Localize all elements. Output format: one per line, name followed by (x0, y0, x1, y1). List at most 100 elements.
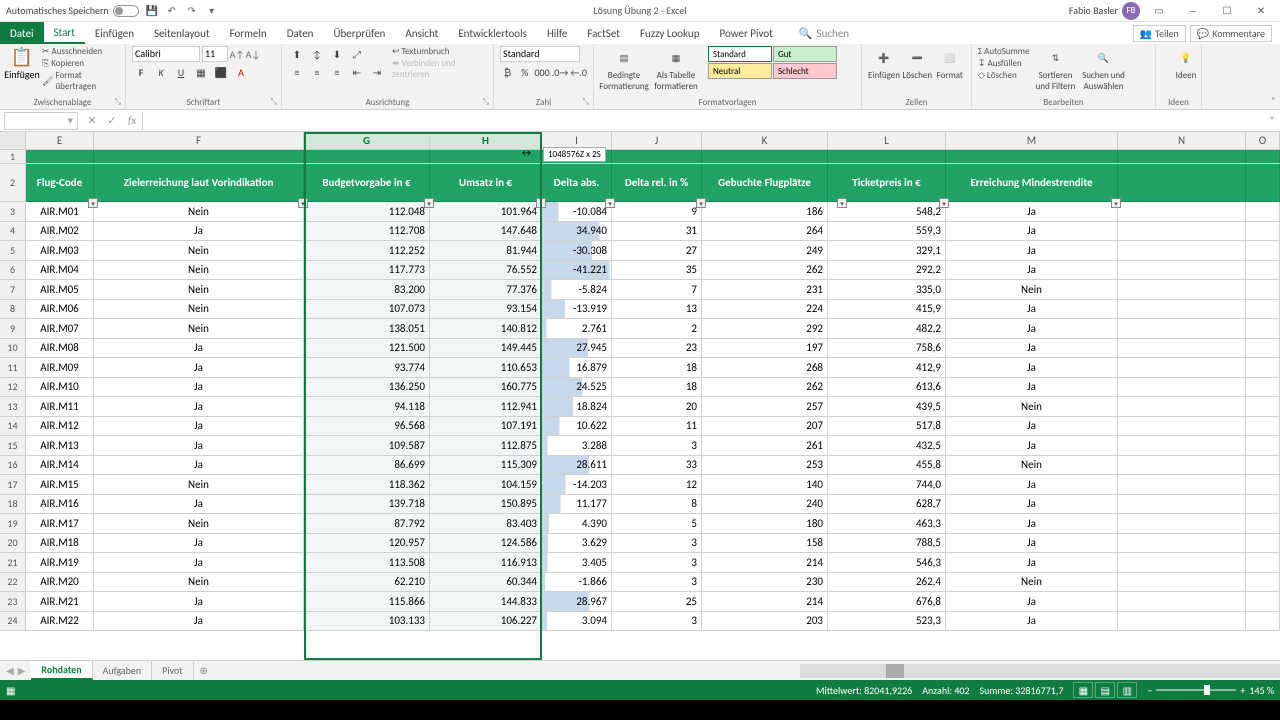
table-cell[interactable]: 121.500 (304, 339, 430, 358)
table-cell[interactable]: Ja (946, 612, 1118, 631)
table-cell[interactable]: AIR.M15 (26, 475, 94, 494)
table-cell[interactable]: 3 (612, 573, 702, 592)
row-header[interactable]: 8 (0, 300, 26, 319)
table-cell[interactable]: Ja (946, 553, 1118, 572)
comma-icon[interactable]: 000 (534, 64, 549, 80)
empty-cell[interactable] (1118, 592, 1246, 611)
table-cell[interactable]: 149.445 (430, 339, 542, 358)
ribbon-options-icon[interactable]: ▭ (1144, 1, 1174, 21)
empty-cell[interactable] (1246, 573, 1280, 592)
align-top-icon[interactable]: ⬆ (288, 46, 306, 62)
empty-cell[interactable] (1246, 300, 1280, 319)
table-cell[interactable]: Ja (946, 417, 1118, 436)
sort-filter-button[interactable]: ⇅Sortieren und Filtern (1033, 46, 1077, 92)
table-cell[interactable]: Ja (94, 397, 304, 416)
table-cell[interactable]: Nein (946, 573, 1118, 592)
horizontal-scrollbar[interactable] (800, 664, 1280, 678)
empty-cell[interactable] (1246, 339, 1280, 358)
tab-nav-right-icon[interactable]: ▶ (18, 664, 26, 677)
table-cell[interactable]: Nein (946, 397, 1118, 416)
table-cell[interactable]: 112.252 (304, 241, 430, 260)
cut-button[interactable]: ✂Ausschneiden (42, 46, 119, 57)
table-cell[interactable]: Ja (946, 202, 1118, 221)
column-header-E[interactable]: E (26, 132, 94, 149)
font-name-combo[interactable]: Calibri (132, 46, 200, 62)
table-cell[interactable]: 86.699 (304, 456, 430, 475)
style-standard[interactable]: Standard (708, 46, 772, 62)
table-cell[interactable]: 104.159 (430, 475, 542, 494)
align-left-icon[interactable]: ≡ (288, 64, 306, 80)
table-cell[interactable]: 292 (702, 319, 828, 338)
row-header[interactable]: 7 (0, 280, 26, 299)
row-header[interactable]: 12 (0, 378, 26, 397)
delete-cells-button[interactable]: ➖Löschen (902, 46, 933, 81)
table-cell[interactable]: Nein (94, 300, 304, 319)
table-cell[interactable]: 35 (612, 261, 702, 280)
table-cell[interactable]: 158 (702, 534, 828, 553)
table-cell[interactable]: 140 (702, 475, 828, 494)
table-cell[interactable]: 9 (612, 202, 702, 221)
align-center-icon[interactable]: ≡ (308, 64, 326, 80)
row-header[interactable]: 15 (0, 436, 26, 455)
name-box[interactable]: ▾ (4, 112, 78, 130)
merge-button[interactable]: ⬌ Verbinden und zentrieren (392, 58, 487, 80)
table-cell[interactable]: 3.288 (542, 436, 612, 455)
style-schlecht[interactable]: Schlecht (773, 63, 837, 79)
table-cell[interactable]: 140.812 (430, 319, 542, 338)
table-cell[interactable]: 18 (612, 378, 702, 397)
table-cell[interactable]: Nein (94, 573, 304, 592)
enter-formula-icon[interactable]: ✓ (102, 114, 122, 127)
table-cell[interactable]: 432,5 (828, 436, 946, 455)
tab-nav-left-icon[interactable]: ◀ (6, 664, 14, 677)
table-cell[interactable]: 124.586 (430, 534, 542, 553)
table-cell[interactable]: AIR.M02 (26, 222, 94, 241)
select-all-button[interactable] (0, 132, 26, 149)
table-cell[interactable]: 12 (612, 475, 702, 494)
style-gut[interactable]: Gut (773, 46, 837, 62)
table-cell[interactable]: -1.866 (542, 573, 612, 592)
table-cell[interactable]: 455,8 (828, 456, 946, 475)
font-size-combo[interactable]: 11 (202, 46, 228, 62)
cell-styles-gallery[interactable]: Standard Gut Neutral Schlecht (708, 46, 837, 92)
wrap-text-button[interactable]: ↩ Textumbruch (392, 46, 487, 57)
table-cell[interactable]: Ja (946, 495, 1118, 514)
tab-insert[interactable]: Einfügen (85, 22, 144, 44)
increase-font-icon[interactable]: A↑ (230, 47, 244, 61)
align-right-icon[interactable]: ≡ (328, 64, 346, 80)
table-cell[interactable]: 203 (702, 612, 828, 631)
table-cell[interactable]: 81.944 (430, 241, 542, 260)
empty-cell[interactable] (1246, 397, 1280, 416)
table-cell[interactable]: 106.227 (430, 612, 542, 631)
sheet-tab-rohdaten[interactable]: Rohdaten (31, 661, 92, 680)
table-cell[interactable]: 214 (702, 592, 828, 611)
table-cell[interactable]: Ja (946, 339, 1118, 358)
row-header[interactable]: 22 (0, 573, 26, 592)
normal-view-icon[interactable]: ▦ (1073, 682, 1093, 698)
table-cell[interactable]: 138.051 (304, 319, 430, 338)
table-cell[interactable]: AIR.M08 (26, 339, 94, 358)
empty-cell[interactable] (1118, 417, 1246, 436)
table-cell[interactable]: 31 (612, 222, 702, 241)
table-cell[interactable]: AIR.M14 (26, 456, 94, 475)
table-cell[interactable]: 16.879 (542, 358, 612, 377)
table-cell[interactable]: Nein (94, 475, 304, 494)
save-icon[interactable]: 💾 (145, 4, 159, 18)
table-cell[interactable]: Nein (94, 319, 304, 338)
table-cell[interactable]: 4.390 (542, 514, 612, 533)
user-avatar[interactable]: FB (1122, 2, 1140, 20)
empty-cell[interactable] (1118, 319, 1246, 338)
empty-cell[interactable] (1246, 241, 1280, 260)
page-layout-view-icon[interactable]: ▤ (1095, 682, 1115, 698)
maximize-icon[interactable]: ☐ (1212, 1, 1242, 21)
zoom-slider[interactable] (1156, 689, 1236, 691)
table-cell[interactable]: 10.622 (542, 417, 612, 436)
table-cell[interactable]: 3 (612, 436, 702, 455)
font-color-button[interactable]: A (232, 64, 250, 80)
row-header[interactable]: 6 (0, 261, 26, 280)
table-cell[interactable]: 117.773 (304, 261, 430, 280)
table-cell[interactable]: 224 (702, 300, 828, 319)
table-cell[interactable]: 788,5 (828, 534, 946, 553)
table-cell[interactable]: 20 (612, 397, 702, 416)
row-header[interactable]: 10 (0, 339, 26, 358)
expand-formula-bar-icon[interactable]: ˅ (1264, 114, 1280, 127)
